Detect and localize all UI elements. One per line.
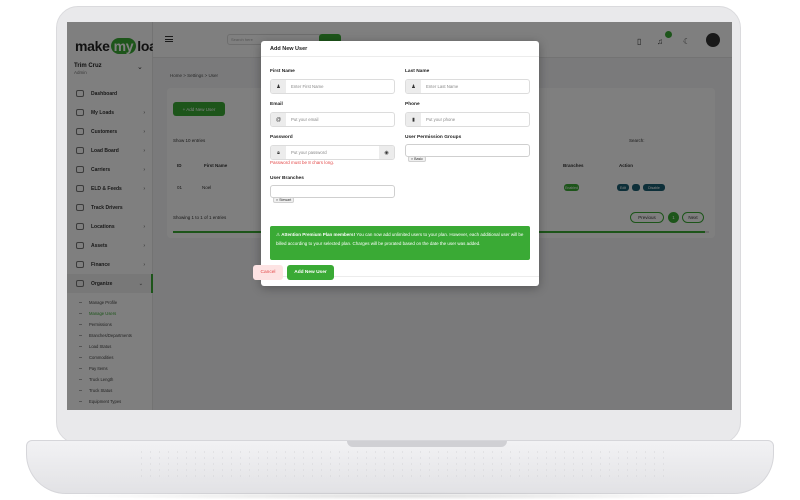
email-field[interactable]: @ Put your email (270, 112, 395, 127)
password-field[interactable]: 🔒︎ Put your password ◉ (270, 145, 395, 160)
permission-groups-select[interactable]: × Basic (405, 144, 530, 162)
laptop-base (26, 440, 774, 494)
email-label: Email (270, 102, 283, 107)
cancel-button[interactable]: Cancel (253, 265, 283, 280)
password-label: Password (270, 135, 293, 140)
lock-icon: 🔒︎ (271, 146, 286, 159)
first-name-field[interactable]: ♟ Enter First Name (270, 79, 395, 94)
modal-title: Add New User (270, 46, 308, 52)
modal-header: Add New User (261, 41, 539, 57)
screen: makemyload Trim Cruz Admin ⌄ Dashboard M… (67, 22, 732, 410)
keyboard (137, 449, 665, 479)
laptop-notch (347, 441, 507, 447)
permission-groups-label: User Permission Groups (405, 135, 462, 140)
last-name-label: Last Name (405, 69, 430, 74)
at-icon: @ (271, 113, 286, 126)
phone-icon: ▮ (406, 113, 421, 126)
phone-field[interactable]: ▮ Put your phone (405, 112, 530, 127)
user-icon: ♟ (406, 80, 421, 93)
branch-tag[interactable]: × Stewart (273, 197, 295, 203)
add-new-user-button[interactable]: Add New User (287, 265, 334, 280)
branches-label: User Branches (270, 176, 304, 181)
premium-plan-alert: ⚠ Attention Premium Plan members! You ca… (270, 226, 530, 260)
eye-icon[interactable]: ◉ (379, 146, 394, 159)
add-user-modal: Add New User First Name ♟ Enter First Na… (261, 41, 539, 286)
phone-label: Phone (405, 102, 420, 107)
first-name-label: First Name (270, 69, 295, 74)
user-icon: ♟ (271, 80, 286, 93)
permission-group-tag[interactable]: × Basic (408, 156, 426, 162)
password-error: Password must be 8 chars long. (270, 160, 335, 165)
branches-select[interactable]: × Stewart (270, 185, 395, 203)
last-name-field[interactable]: ♟ Enter Last Name (405, 79, 530, 94)
laptop-shadow (60, 492, 740, 500)
